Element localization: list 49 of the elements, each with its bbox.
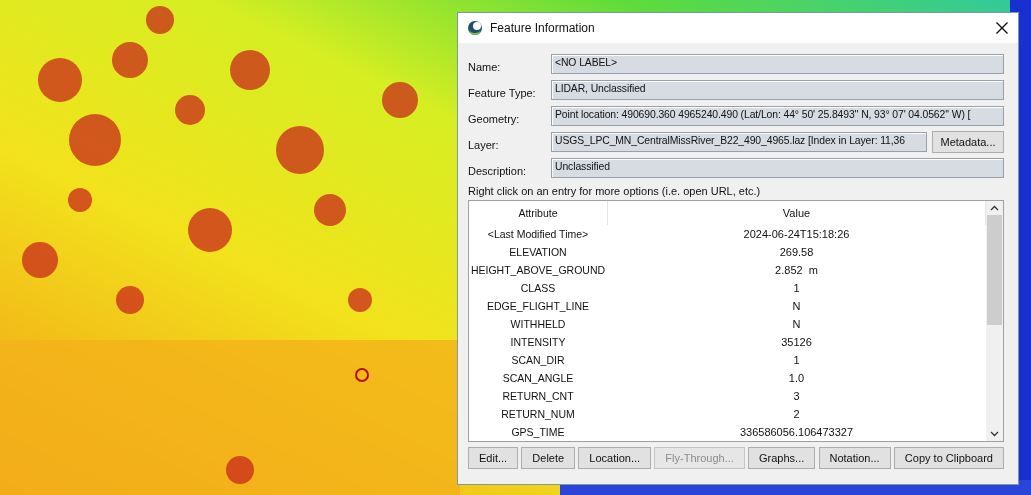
- table-cell-text: 1: [792, 354, 801, 366]
- table-cell-text: N: [791, 318, 802, 330]
- table-cell-text: 1: [792, 282, 801, 294]
- table-cell-text: EDGE_FLIGHT_LINE: [485, 300, 591, 312]
- table-cell-text: 3: [792, 390, 801, 402]
- field-value: Point location: 490690.360 4965240.490 (Lat/Lon: 44° 50' 25.8493'' N, 93° 07' 04.0562'' W) [: [551, 106, 1004, 126]
- field-value: USGS_LPC_MN_CentralMissRiver_B22_490_4965.laz [Index in Layer: 11,36: [551, 132, 927, 152]
- dialog-button[interactable]: Delete: [521, 447, 576, 469]
- field-label: Geometry:: [468, 111, 521, 125]
- dialog-button[interactable]: Edit...: [468, 447, 519, 469]
- table-cell-text: 2: [792, 408, 801, 420]
- field-value: LIDAR, Unclassified: [551, 80, 1004, 100]
- table-cell-text: ELEVATION: [508, 246, 568, 258]
- table-cell-text: RETURN_NUM: [500, 408, 576, 420]
- table-cell-text: 1.0: [787, 372, 806, 384]
- table-cell: HEIGHT_ABOVE_GROUND: [469, 264, 607, 276]
- field-value: Unclassified: [551, 158, 1004, 178]
- window-title: Feature Information: [490, 21, 596, 35]
- column-header[interactable]: Attribute: [469, 201, 608, 225]
- metadata-button[interactable]: Metadata...: [932, 131, 1004, 153]
- dialog-button[interactable]: Graphs...: [748, 447, 816, 469]
- table-cell-text: 269.58: [778, 246, 815, 258]
- table-cell-text: SCAN_DIR: [510, 354, 566, 366]
- globe-icon: [467, 20, 483, 36]
- table-cell-text: SCAN_ANGLE: [501, 372, 575, 384]
- field-label: Name:: [468, 59, 502, 73]
- table-cell-text: GPS_TIME: [510, 426, 566, 438]
- close-icon[interactable]: [996, 22, 1008, 34]
- table-cell-text: 2.852 m: [774, 264, 819, 276]
- table-cell-text: <Last Modified Time>: [486, 228, 590, 240]
- dialog-button[interactable]: Notation...: [818, 447, 891, 469]
- table-cell-text: WITHHELD: [509, 318, 567, 330]
- table-cell-text: INTENSITY: [509, 336, 567, 348]
- table-cell-text: CLASS: [519, 282, 557, 294]
- dialog-button[interactable]: Copy to Clipboard: [893, 447, 1004, 469]
- scroll-down-icon[interactable]: [990, 431, 999, 437]
- dialog-button[interactable]: Location...: [578, 447, 652, 469]
- table-cell-text: N: [791, 300, 802, 312]
- field-label: Layer:: [468, 137, 500, 151]
- table-cell-text: RETURN_CNT: [501, 390, 575, 402]
- table-cell-text: 35126: [780, 336, 813, 348]
- scrollbar[interactable]: [986, 201, 1003, 441]
- field-value: <NO LABEL>: [551, 54, 1004, 74]
- field-label: Feature Type:: [468, 85, 537, 99]
- table-cell-text: 2024-06-24T15:18:26: [742, 228, 851, 240]
- field-label: Description:: [468, 163, 528, 177]
- table-cell-text: 336586056.106473327: [738, 426, 855, 438]
- hint-text: Right click on an entry for more options (i.e. open URL, etc.): [468, 185, 762, 199]
- scroll-up-icon[interactable]: [990, 205, 999, 211]
